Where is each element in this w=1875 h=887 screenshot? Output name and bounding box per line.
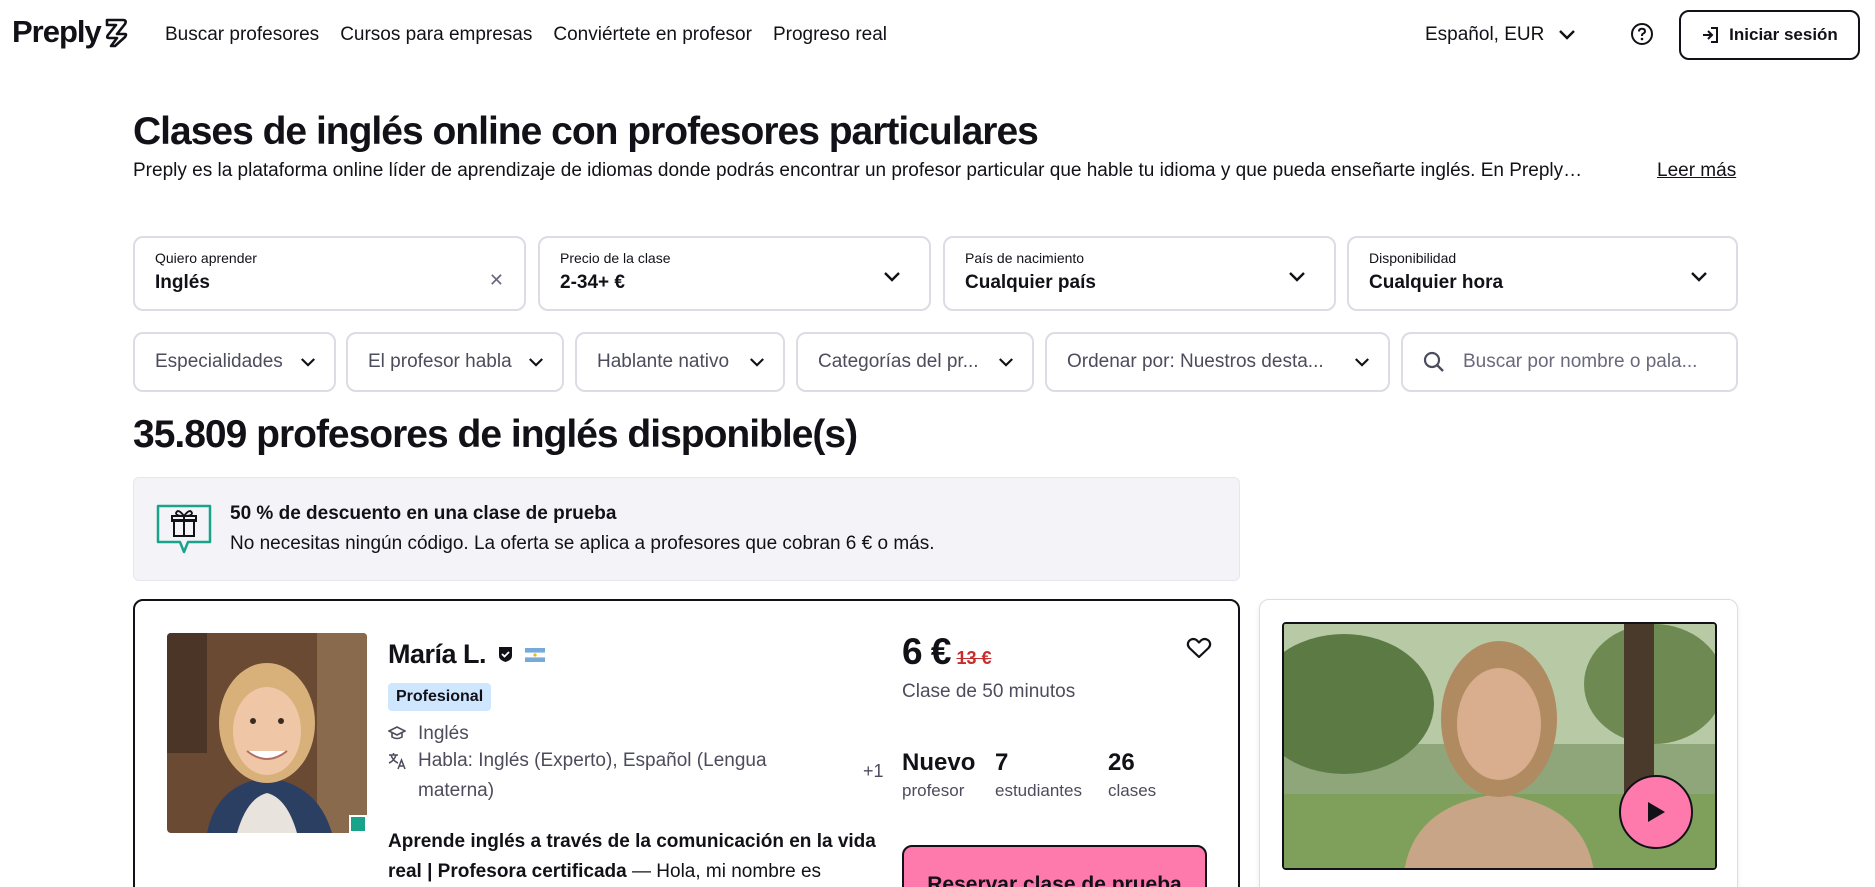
- login-label: Iniciar sesión: [1729, 25, 1838, 44]
- tutor-card[interactable]: María L. Profesional Inglés Habla: Inglé…: [133, 599, 1240, 887]
- book-trial-button[interactable]: Reservar clase de prueba: [902, 845, 1207, 887]
- sort-label: Ordenar por: Nuestros desta...: [1067, 351, 1324, 372]
- promo-banner: 50 % de descuento en una clase de prueba…: [133, 477, 1240, 581]
- preply-logo[interactable]: Preply: [12, 14, 129, 50]
- play-icon: [1648, 802, 1665, 822]
- availability-filter-value: Cualquier hora: [1369, 272, 1504, 293]
- learn-filter-label: Quiero aprender: [155, 250, 257, 266]
- play-video-button[interactable]: [1619, 775, 1693, 849]
- stat-students: 7 estudiantes: [995, 749, 1082, 801]
- chevron-down-icon: [884, 272, 900, 282]
- stat-new: Nuevo profesor: [902, 749, 975, 801]
- learn-filter[interactable]: Quiero aprender Inglés ✕: [133, 236, 526, 311]
- stat-label: estudiantes: [995, 781, 1082, 800]
- top-header: Preply Buscar profesores Cursos para emp…: [0, 0, 1875, 70]
- chevron-down-icon: [1559, 30, 1576, 40]
- chevron-down-icon: [301, 357, 315, 367]
- tutor-speaks-label: El profesor habla: [368, 351, 512, 372]
- nav-real-progress[interactable]: Progreso real: [773, 24, 887, 46]
- tutor-name-row: María L.: [388, 639, 546, 670]
- online-status-indicator: [349, 815, 367, 833]
- chevron-down-icon: [1355, 357, 1369, 367]
- page-title: Clases de inglés online con profesores p…: [133, 110, 1039, 153]
- original-price: 13 €: [956, 648, 992, 668]
- tutor-headline: Aprende inglés a través de la comunicaci…: [388, 827, 888, 887]
- search-icon: [1423, 351, 1444, 372]
- chevron-down-icon: [750, 357, 764, 367]
- logo-text: Preply: [12, 14, 102, 49]
- logo-mark-icon: [105, 18, 128, 48]
- specialties-label: Especialidades: [155, 351, 283, 372]
- country-filter-value: Cualquier país: [965, 272, 1096, 293]
- login-arrow-icon: [1703, 27, 1719, 43]
- description-text: Preply es la plataforma online líder de …: [133, 160, 1583, 181]
- tutor-speaks-dropdown[interactable]: El profesor habla: [346, 332, 564, 392]
- price-block: 6 € 13 €: [902, 631, 991, 673]
- languages-row: Habla: Inglés (Experto), Español (Lengua…: [388, 746, 818, 806]
- price-filter-value: 2-34+ €: [560, 272, 625, 293]
- stat-value: 7: [995, 749, 1009, 776]
- professional-badge: Profesional: [388, 683, 492, 711]
- availability-filter[interactable]: Disponibilidad Cualquier hora: [1347, 236, 1738, 311]
- promo-text: No necesitas ningún código. La oferta se…: [230, 533, 935, 554]
- stat-value: 26: [1108, 749, 1135, 776]
- availability-filter-label: Disponibilidad: [1369, 250, 1457, 266]
- verified-icon: [499, 647, 513, 662]
- page-description: Preply es la plataforma online líder de …: [133, 160, 1738, 182]
- login-button[interactable]: Iniciar sesión: [1679, 10, 1860, 60]
- sort-dropdown[interactable]: Ordenar por: Nuestros desta...: [1045, 332, 1390, 392]
- more-languages-count[interactable]: +1: [863, 761, 884, 782]
- tutor-languages: Habla: Inglés (Experto), Español (Lengua…: [418, 750, 767, 801]
- search-placeholder: Buscar por nombre o pala...: [1463, 351, 1698, 372]
- clear-icon[interactable]: ✕: [489, 270, 504, 291]
- nav-become-tutor[interactable]: Conviértete en profesor: [553, 24, 752, 46]
- price-filter-label: Precio de la clase: [560, 250, 671, 266]
- specialties-dropdown[interactable]: Especialidades: [133, 332, 336, 392]
- nav-business-courses[interactable]: Cursos para empresas: [340, 24, 532, 46]
- nav-find-tutors[interactable]: Buscar profesores: [165, 24, 319, 46]
- argentina-flag-icon: [525, 647, 546, 662]
- language-label: Español, EUR: [1425, 24, 1545, 45]
- translate-icon: [388, 753, 406, 770]
- categories-label: Categorías del pr...: [818, 351, 979, 372]
- stat-label: clases: [1108, 781, 1157, 800]
- gift-icon: [156, 504, 212, 554]
- country-filter[interactable]: País de nacimiento Cualquier país: [943, 236, 1336, 311]
- chevron-down-icon: [529, 357, 543, 367]
- read-more-link[interactable]: Leer más: [1657, 160, 1736, 182]
- stat-value: Nuevo: [902, 749, 976, 776]
- learn-filter-value: Inglés: [155, 272, 210, 293]
- stat-lessons: 26 clases: [1108, 749, 1156, 801]
- tutor-photo[interactable]: [167, 633, 367, 833]
- results-count-title: 35.809 profesores de inglés disponible(s…: [133, 413, 858, 456]
- country-filter-label: País de nacimiento: [965, 250, 1085, 266]
- tutor-subject: Inglés: [418, 723, 469, 744]
- tutor-name[interactable]: María L.: [388, 639, 487, 670]
- lesson-duration: Clase de 50 minutos: [902, 681, 1076, 702]
- graduation-cap-icon: [388, 726, 406, 740]
- headline-rest: — Hola, mi nombre es: [626, 861, 822, 882]
- tutor-avatar-icon: [167, 633, 367, 833]
- categories-dropdown[interactable]: Categorías del pr...: [796, 332, 1034, 392]
- favorite-heart-icon[interactable]: [1186, 636, 1212, 660]
- native-speaker-dropdown[interactable]: Hablante nativo: [575, 332, 785, 392]
- help-icon[interactable]: [1630, 22, 1654, 46]
- price-filter[interactable]: Precio de la clase 2-34+ €: [538, 236, 931, 311]
- language-selector[interactable]: Español, EUR: [1425, 24, 1576, 46]
- chevron-down-icon: [999, 357, 1013, 367]
- search-input[interactable]: Buscar por nombre o pala...: [1401, 332, 1738, 392]
- chevron-down-icon: [1289, 272, 1305, 282]
- chevron-down-icon: [1691, 272, 1707, 282]
- native-speaker-label: Hablante nativo: [597, 351, 730, 372]
- subject-row: Inglés: [388, 719, 818, 749]
- stat-label: profesor: [902, 781, 965, 800]
- promo-title: 50 % de descuento en una clase de prueba: [230, 503, 617, 524]
- main-nav: Buscar profesores Cursos para empresas C…: [165, 24, 887, 46]
- lesson-price: 6 €: [902, 631, 951, 672]
